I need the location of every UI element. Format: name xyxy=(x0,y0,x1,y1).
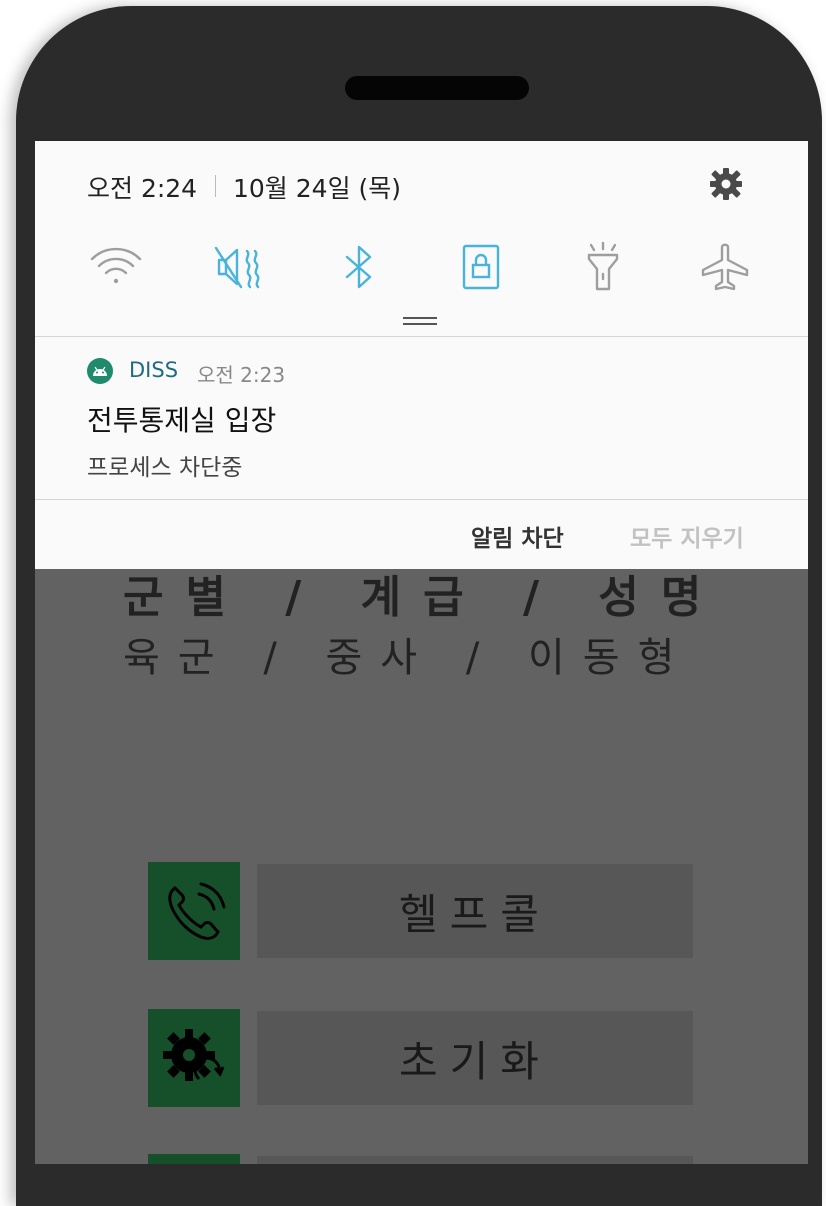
reset-button[interactable]: 초기화 xyxy=(257,1011,693,1105)
clear-all-button[interactable]: 모두 지우기 xyxy=(630,519,744,553)
divider xyxy=(35,499,808,500)
status-time: 오전 2:24 xyxy=(87,174,198,203)
notification-app-name: DISS xyxy=(129,358,179,382)
notification-title[interactable]: 전투통제실 입장 xyxy=(87,399,276,439)
flashlight-toggle[interactable] xyxy=(573,237,633,297)
block-notifications-button[interactable]: 알림 차단 xyxy=(471,519,564,553)
screen: 군별 / 계급 / 성명 육군 / 중사 / 이동형 헬프콜 초기화 오전 2:… xyxy=(35,141,808,1164)
notification-text[interactable]: 프로세스 차단중 xyxy=(87,448,242,482)
settings-gear-icon[interactable] xyxy=(707,165,745,207)
status-divider xyxy=(215,175,216,197)
speaker-grille xyxy=(345,76,529,100)
status-date: 10월 24일 (목) xyxy=(233,174,402,203)
menu-button-partial[interactable] xyxy=(257,1156,693,1164)
mute-toggle[interactable] xyxy=(208,237,268,297)
drag-handle[interactable] xyxy=(403,315,437,325)
notification-time: 오전 2:23 xyxy=(197,363,286,387)
profile-header: 군별 / 계급 / 성명 xyxy=(123,572,724,623)
notification-shade: 오전 2:24 10월 24일 (목) DISS 오전 2:23 전투통제실 입… xyxy=(35,141,808,569)
screen-lock-toggle[interactable] xyxy=(451,237,511,297)
helpcall-button[interactable]: 헬프콜 xyxy=(257,864,693,958)
phone-call-icon xyxy=(148,862,240,960)
airplane-toggle[interactable] xyxy=(695,237,755,297)
android-app-icon xyxy=(87,358,113,384)
wifi-toggle[interactable] xyxy=(86,237,146,297)
menu-icon-partial xyxy=(148,1154,240,1164)
profile-value: 육군 / 중사 / 이동형 xyxy=(123,635,693,681)
divider xyxy=(35,336,808,337)
gear-reset-icon xyxy=(148,1009,240,1107)
bluetooth-toggle[interactable] xyxy=(329,237,389,297)
